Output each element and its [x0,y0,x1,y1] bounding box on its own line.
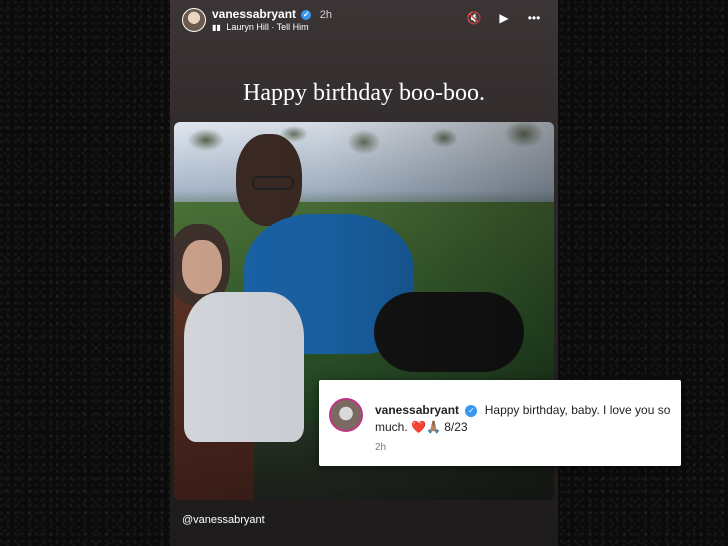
verified-badge-icon: ✓ [301,9,312,20]
comment-avatar[interactable] [329,398,363,432]
music-bars-icon: ▮▮ [212,23,221,32]
story-music[interactable]: ▮▮ Lauryn Hill · Tell Him [212,22,309,32]
comment-text-row: vanessabryant ✓ Happy birthday, baby. I … [375,402,671,436]
story-username[interactable]: vanessabryant [212,7,296,21]
music-label: Lauryn Hill · Tell Him [226,22,309,32]
more-icon[interactable]: ••• [526,10,542,26]
story-time: 2h [319,9,332,21]
comment-username[interactable]: vanessabryant [375,403,459,417]
story-caption[interactable]: @vanessabryant [182,514,265,526]
story-controls: 🔇 ▶ ••• [466,10,542,26]
comment-time: 2h [375,442,387,453]
story-username-row: vanessabryant ✓ 2h [212,7,332,21]
mute-icon[interactable]: 🔇 [466,10,482,26]
play-icon[interactable]: ▶ [496,10,512,26]
verified-badge-icon: ✓ [465,404,478,417]
story-avatar[interactable] [182,8,206,32]
story-header: vanessabryant ✓ 2h ▮▮ Lauryn Hill · Tell… [170,0,558,42]
comment-card: vanessabryant ✓ Happy birthday, baby. I … [319,380,681,466]
story-headline: Happy birthday boo-boo. [243,80,485,106]
